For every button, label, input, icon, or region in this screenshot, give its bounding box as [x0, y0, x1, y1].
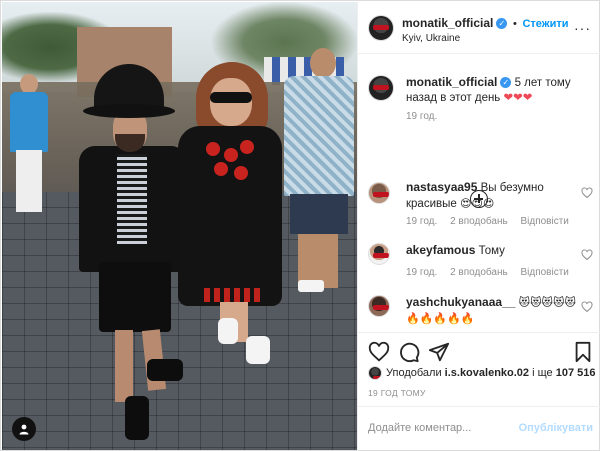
comment-time: 19 год.: [406, 216, 438, 227]
instagram-post: monatik_official ✓ • Стежити Kyiv, Ukrain…: [0, 0, 600, 451]
verified-badge-icon: ✓: [496, 18, 508, 30]
user-tag-icon[interactable]: [12, 417, 36, 441]
photo-passerby-plaid: [278, 48, 357, 298]
comment-input[interactable]: Додайте коментар...: [368, 422, 471, 434]
photo-passerby-blue: [8, 74, 50, 212]
more-options-icon[interactable]: ···: [574, 20, 591, 36]
caption-time: 19 год.: [406, 111, 438, 122]
location-link[interactable]: Kyiv, Ukraine: [402, 33, 460, 44]
likes-prefix: Уподобали: [386, 366, 442, 379]
verified-badge-icon: ✓: [500, 77, 512, 89]
photo-woman-embroidered-dress: [174, 62, 284, 382]
author-username[interactable]: monatik_official: [402, 16, 493, 30]
post-photo[interactable]: [2, 2, 357, 450]
comment-meta: 19 год. 2 вподобань Відповісти: [406, 216, 579, 227]
comment-username[interactable]: akeyfamous: [406, 243, 475, 257]
author-avatar[interactable]: [368, 15, 394, 41]
reply-button[interactable]: Відповісти: [520, 216, 568, 227]
likes-line: Уподобали i.s.kovalenko.02 і ще 107 516: [368, 366, 595, 380]
separator-dot: •: [512, 18, 517, 30]
publish-button[interactable]: Опублікувати: [519, 422, 593, 434]
comment-bubble-icon[interactable]: [398, 341, 420, 363]
comment-body: Тому: [478, 245, 505, 257]
liker-username[interactable]: i.s.kovalenko.02: [445, 367, 529, 379]
follow-button[interactable]: Стежити: [522, 18, 568, 30]
comment-username[interactable]: yashchukyanaaa__: [406, 295, 515, 309]
add-comment-bar: Додайте коментар... Опублікувати: [358, 406, 600, 450]
comment-item: yashchukyanaaa__ 😻😻😻😻😻🔥🔥🔥🔥🔥: [368, 295, 593, 331]
comment-text: nastasyaa95 Вы безумно красивые 😍😍😍: [406, 180, 576, 212]
caption-hearts: ❤❤❤: [503, 92, 533, 104]
comments-section: monatik_official ✓ 5 лет тому назад в это…: [358, 55, 600, 332]
paper-plane-icon[interactable]: [428, 341, 450, 363]
comment-avatar[interactable]: [368, 182, 390, 204]
comment-item: akeyfamous Тому 19 год. 2 вподобань Відп…: [368, 243, 593, 283]
comment-emoji: 😍😍😍: [459, 197, 495, 210]
comment-text: yashchukyanaaa__ 😻😻😻😻😻🔥🔥🔥🔥🔥: [406, 295, 576, 327]
bookmark-icon[interactable]: [572, 341, 594, 363]
caption-meta: 19 год.: [406, 111, 447, 122]
post-sidebar: monatik_official ✓ • Стежити Kyiv, Ukrain…: [357, 2, 600, 451]
comment-text: akeyfamous Тому: [406, 243, 576, 259]
comment-avatar[interactable]: [368, 295, 390, 317]
comment-likes-count[interactable]: 2 вподобань: [450, 216, 508, 227]
comment-like-heart-icon[interactable]: [581, 301, 593, 313]
liker-avatar: [368, 366, 382, 380]
heart-outline-icon[interactable]: [368, 341, 390, 363]
comment-likes-count[interactable]: 2 вподобань: [450, 267, 508, 278]
caption: monatik_official ✓ 5 лет тому назад в это…: [368, 75, 593, 122]
comment-avatar[interactable]: [368, 243, 390, 265]
reply-button[interactable]: Відповісти: [520, 267, 568, 278]
comment-like-heart-icon[interactable]: [581, 187, 593, 199]
comment-like-heart-icon[interactable]: [581, 249, 593, 261]
comment-time: 19 год.: [406, 267, 438, 278]
comment-item: nastasyaa95 Вы безумно красивые 😍😍😍 19 г…: [368, 180, 593, 230]
post-timestamp[interactable]: 19 ГОД ТОМУ: [368, 388, 426, 398]
caption-avatar[interactable]: [368, 75, 394, 101]
likes-count[interactable]: 107 516: [556, 367, 596, 379]
author-line: monatik_official ✓ • Стежити: [402, 15, 568, 30]
post-header: monatik_official ✓ • Стежити Kyiv, Ukrain…: [358, 2, 600, 54]
caption-text: monatik_official ✓ 5 лет тому назад в это…: [406, 75, 576, 106]
comment-username[interactable]: nastasyaa95: [406, 180, 477, 194]
likes-and: і ще: [532, 366, 553, 379]
caption-username[interactable]: monatik_official: [406, 75, 497, 89]
comment-meta: 19 год. 2 вподобань Відповісти: [406, 267, 579, 278]
